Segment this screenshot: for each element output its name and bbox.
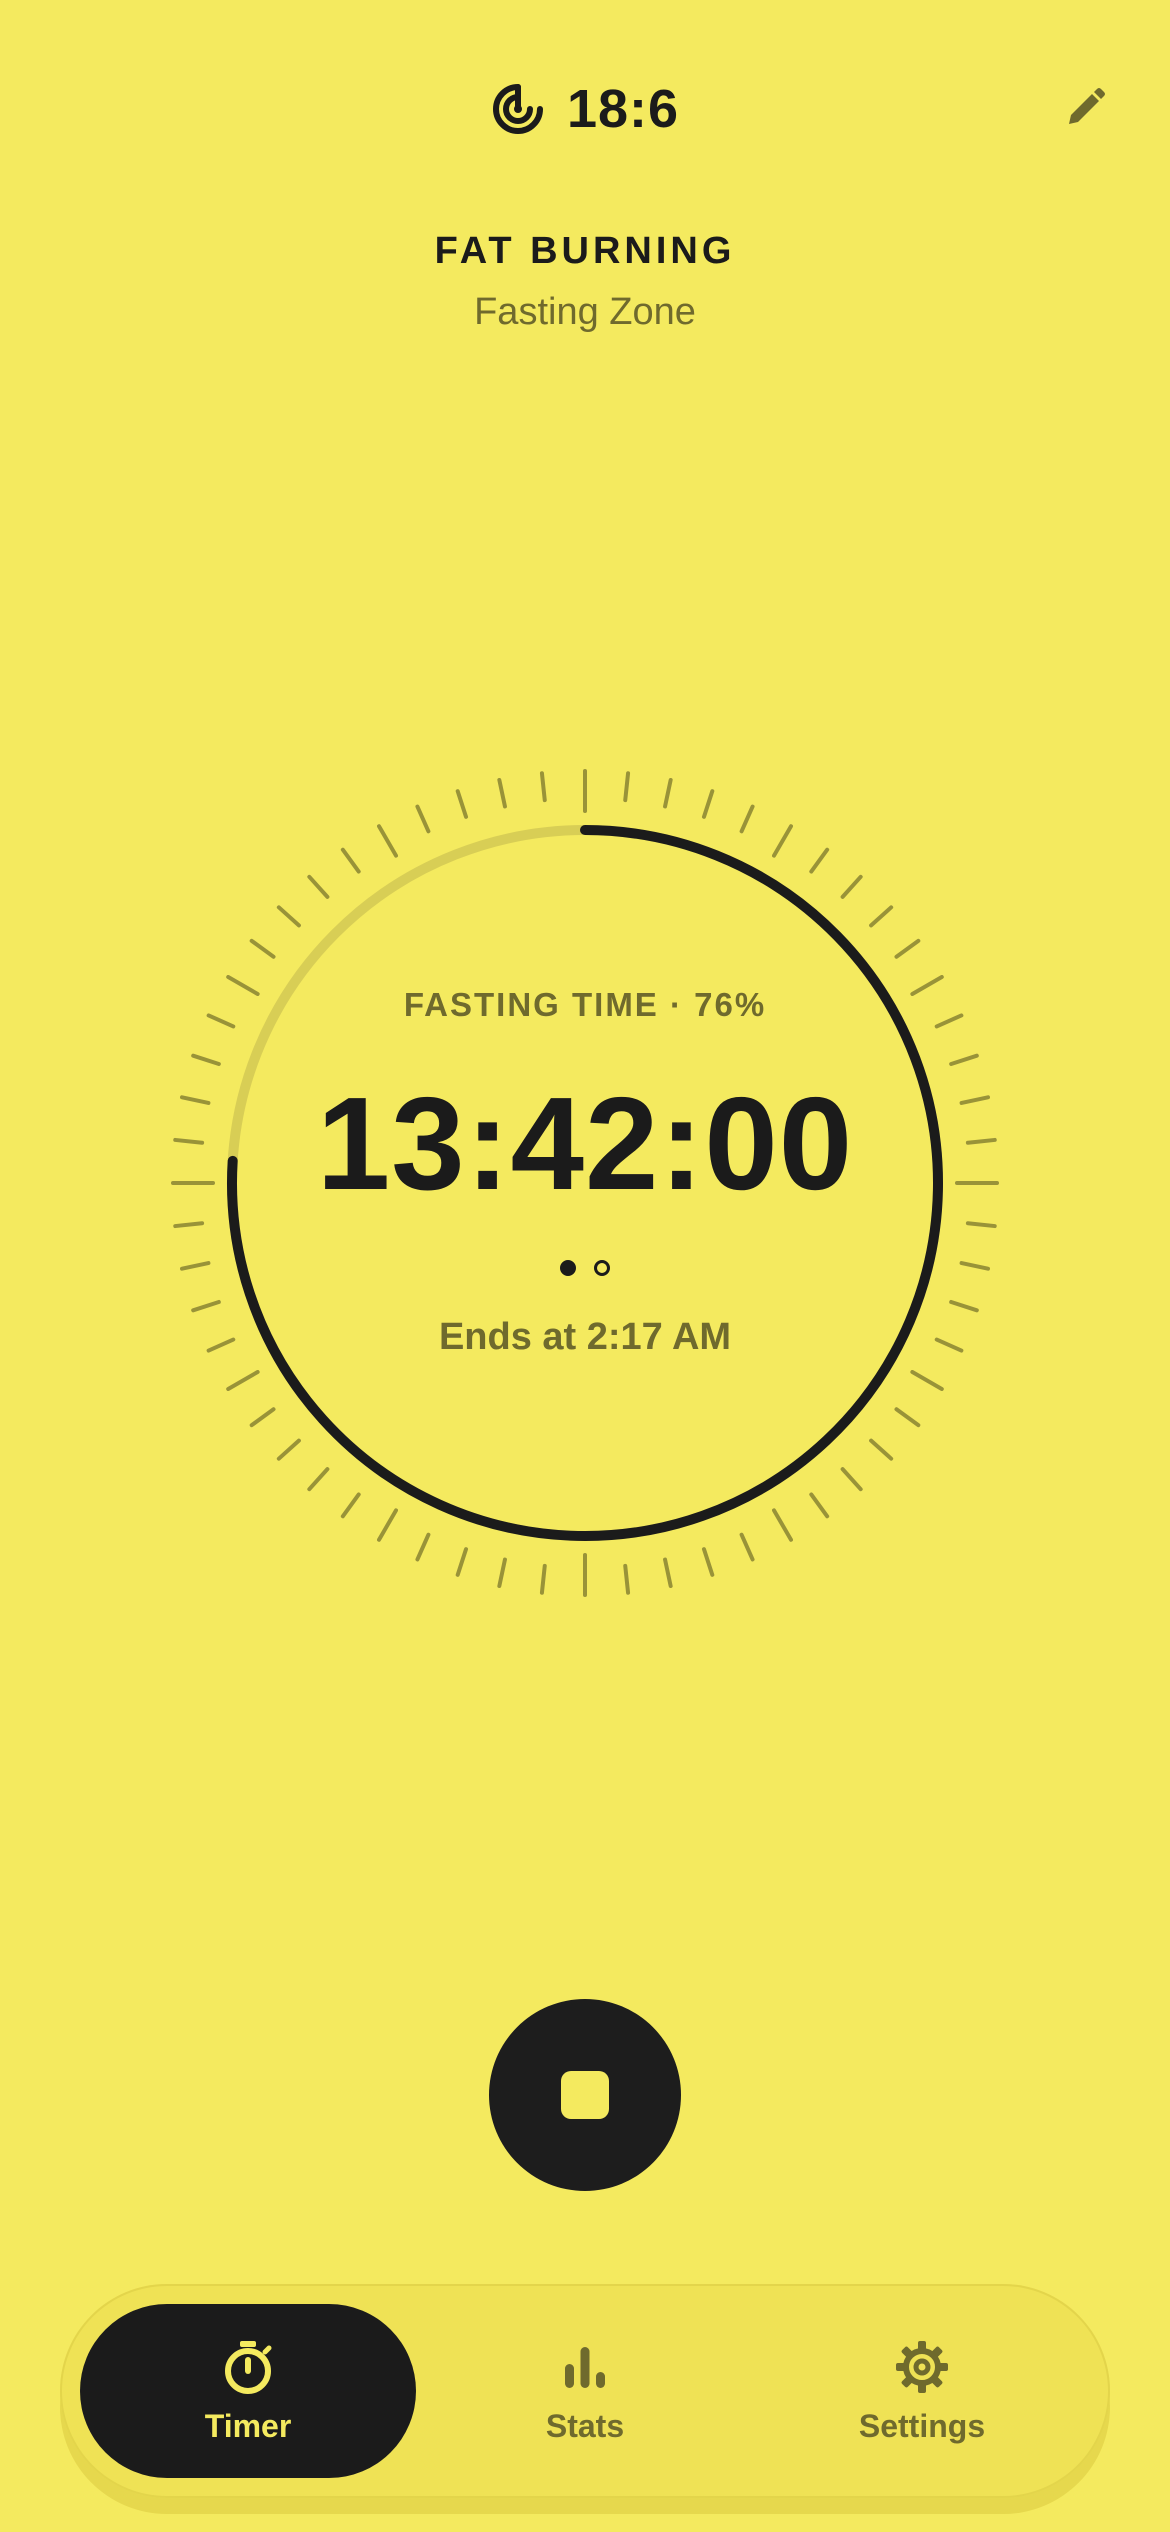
bar-chart-icon bbox=[556, 2338, 614, 2396]
nav-label: Timer bbox=[204, 2407, 292, 2444]
nav-tab-stats[interactable]: Stats bbox=[417, 2304, 753, 2478]
plan-label: 18:6 bbox=[566, 79, 680, 139]
bottom-nav: Timer Stats Settings bbox=[60, 2284, 1110, 2498]
page-indicator[interactable] bbox=[160, 1260, 1010, 1276]
nav-tab-settings[interactable]: Settings bbox=[754, 2304, 1090, 2478]
edit-button[interactable] bbox=[1055, 80, 1115, 140]
zone-subtitle: Fasting Zone bbox=[474, 291, 696, 333]
stopwatch-icon bbox=[219, 2338, 277, 2396]
fasting-plan[interactable]: 18:6 bbox=[0, 64, 1170, 154]
nav-label: Stats bbox=[545, 2407, 625, 2444]
fasting-zone: FAT BURNING Fasting Zone bbox=[0, 230, 1170, 334]
gear-icon bbox=[893, 2338, 951, 2396]
stop-icon bbox=[561, 2071, 609, 2119]
page-dot[interactable] bbox=[560, 1260, 576, 1276]
fasting-time-label: FASTING TIME · 76% bbox=[403, 986, 767, 1023]
dial-center: FASTING TIME · 76% 13:42:00 Ends at 2:17… bbox=[160, 758, 1010, 1608]
page-dot[interactable] bbox=[594, 1260, 610, 1276]
header: 18:6 bbox=[0, 64, 1170, 154]
nav-label: Settings bbox=[858, 2407, 986, 2444]
stop-fast-button[interactable] bbox=[489, 1999, 681, 2191]
pencil-icon bbox=[1061, 84, 1109, 137]
elapsed-time: 13:42:00 bbox=[316, 1070, 854, 1217]
zone-title: FAT BURNING bbox=[434, 230, 736, 272]
ends-at-text: Ends at 2:17 AM bbox=[438, 1316, 732, 1358]
fasting-target-icon bbox=[491, 82, 545, 136]
fasting-dial[interactable]: FASTING TIME · 76% 13:42:00 Ends at 2:17… bbox=[160, 758, 1010, 1608]
nav-tab-timer[interactable]: Timer bbox=[80, 2304, 416, 2478]
